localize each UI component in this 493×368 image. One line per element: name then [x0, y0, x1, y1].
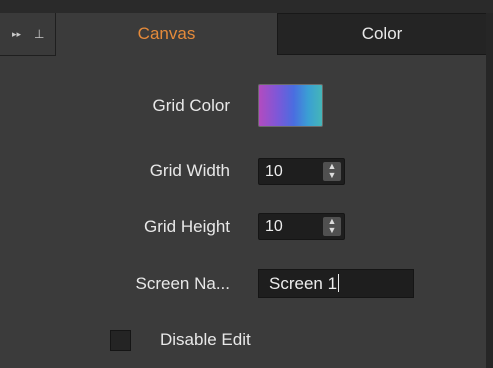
panel-top-strip — [0, 0, 493, 13]
panel-right-edge — [486, 13, 493, 368]
pin-icon[interactable]: ⊥ — [34, 26, 44, 42]
grid-width-value[interactable]: 10 — [265, 161, 283, 183]
grid-height-label: Grid Height — [144, 217, 230, 236]
grid-color-swatch[interactable] — [258, 84, 323, 127]
tab-bar: Canvas Color — [56, 13, 486, 55]
grid-color-label: Grid Color — [152, 96, 230, 115]
grid-width-spinner[interactable]: 10 ▲ ▼ — [258, 158, 345, 185]
spinner-down-icon[interactable]: ▼ — [323, 171, 341, 180]
disable-edit-label[interactable]: Disable Edit — [160, 329, 251, 351]
tab-canvas[interactable]: Canvas — [56, 13, 277, 55]
grid-height-value[interactable]: 10 — [265, 216, 283, 238]
screen-name-value: Screen 1 — [269, 274, 338, 293]
tab-color[interactable]: Color — [277, 13, 486, 55]
grid-height-spinner[interactable]: 10 ▲ ▼ — [258, 213, 345, 240]
disable-edit-checkbox[interactable] — [110, 330, 131, 351]
double-chevron-right-icon[interactable]: ▸▸ — [12, 26, 21, 42]
spinner-arrows-icon[interactable]: ▲ ▼ — [323, 217, 341, 236]
text-caret — [338, 274, 340, 292]
panel-tool-area: ▸▸ ⊥ — [0, 13, 56, 56]
screen-name-input[interactable]: Screen 1 — [258, 269, 414, 298]
grid-width-label: Grid Width — [149, 161, 230, 180]
screen-name-label: Screen Na... — [135, 274, 231, 293]
spinner-down-icon[interactable]: ▼ — [323, 226, 341, 235]
spinner-arrows-icon[interactable]: ▲ ▼ — [323, 162, 341, 181]
